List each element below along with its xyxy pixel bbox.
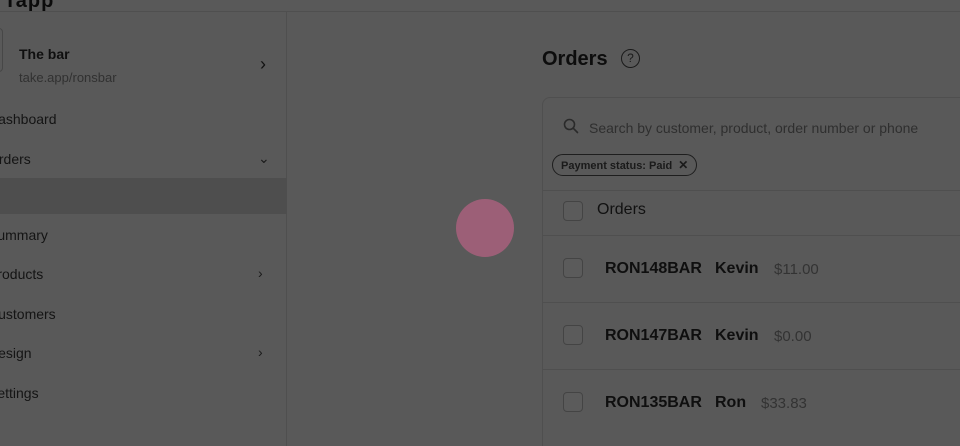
store-thumbnail — [0, 28, 3, 72]
select-all-checkbox[interactable] — [563, 201, 583, 221]
row-checkbox[interactable] — [563, 392, 583, 412]
help-icon[interactable]: ? — [621, 49, 640, 68]
order-amount: $11.00 — [774, 261, 819, 278]
order-number: RON135BAR — [605, 394, 702, 411]
row-checkbox[interactable] — [563, 258, 583, 278]
store-url: take.app/ronsbar — [19, 70, 117, 85]
store-name: The bar — [19, 46, 70, 62]
cursor-indicator — [456, 199, 514, 257]
search-input[interactable] — [589, 118, 960, 138]
sidebar-item-label: Orders — [0, 151, 31, 167]
order-customer: Ron — [715, 394, 747, 411]
order-amount: $33.83 — [761, 395, 807, 412]
sidebar-item-label: Summary — [0, 227, 48, 243]
sidebar-item-summary[interactable]: Summary — [0, 216, 287, 252]
close-icon[interactable]: ✕ — [678, 158, 688, 172]
table-row[interactable]: RON135BAR Ron $33.83 — [543, 369, 960, 436]
sidebar-item-products[interactable]: Products › — [0, 255, 287, 291]
top-bar: Tapp — [0, 0, 960, 12]
chevron-down-icon: ⌄ — [258, 150, 270, 166]
order-customer: Kevin — [715, 327, 759, 344]
sidebar-item-design[interactable]: Design › — [0, 334, 287, 370]
sidebar-item-active[interactable] — [0, 178, 287, 214]
table-row[interactable]: RON147BAR Kevin $0.00 — [543, 302, 960, 369]
sidebar-item-label: Settings — [0, 385, 39, 401]
filter-chip-payment-status[interactable]: Payment status: Paid ✕ — [552, 154, 698, 176]
chevron-right-icon: › — [258, 344, 263, 360]
sidebar-item-orders[interactable]: Orders ⌄ — [0, 140, 287, 176]
chevron-right-icon: › — [258, 265, 263, 281]
chevron-right-icon: › — [260, 54, 266, 74]
orders-card: Payment status: Paid ✕ Orders RON148BAR K… — [542, 97, 960, 446]
order-amount: $0.00 — [774, 328, 812, 345]
order-number: RON147BAR — [605, 327, 702, 344]
sidebar-item-dashboard[interactable]: Dashboard — [0, 100, 287, 136]
filter-chip-label: Payment status: Paid — [561, 160, 673, 172]
table-row[interactable]: RON148BAR Kevin $11.00 — [543, 235, 960, 302]
sidebar-item-customers[interactable]: Customers — [0, 295, 287, 331]
search-icon — [563, 118, 579, 134]
sidebar-item-label: Products — [0, 266, 44, 282]
search-bar — [563, 118, 960, 140]
divider — [543, 190, 960, 191]
order-customer: Kevin — [715, 260, 759, 277]
sidebar-item-label: Customers — [0, 306, 56, 322]
page-title: Orders — [542, 48, 608, 70]
table-header-label: Orders — [597, 201, 646, 218]
order-number: RON148BAR — [605, 260, 702, 277]
store-switcher[interactable]: The bar take.app/ronsbar › — [0, 26, 287, 85]
sidebar: The bar take.app/ronsbar › Dashboard Ord… — [0, 12, 287, 446]
sidebar-item-settings[interactable]: Settings — [0, 374, 287, 410]
row-checkbox[interactable] — [563, 325, 583, 345]
sidebar-item-label: Dashboard — [0, 111, 57, 127]
sidebar-item-label: Design — [0, 345, 32, 361]
